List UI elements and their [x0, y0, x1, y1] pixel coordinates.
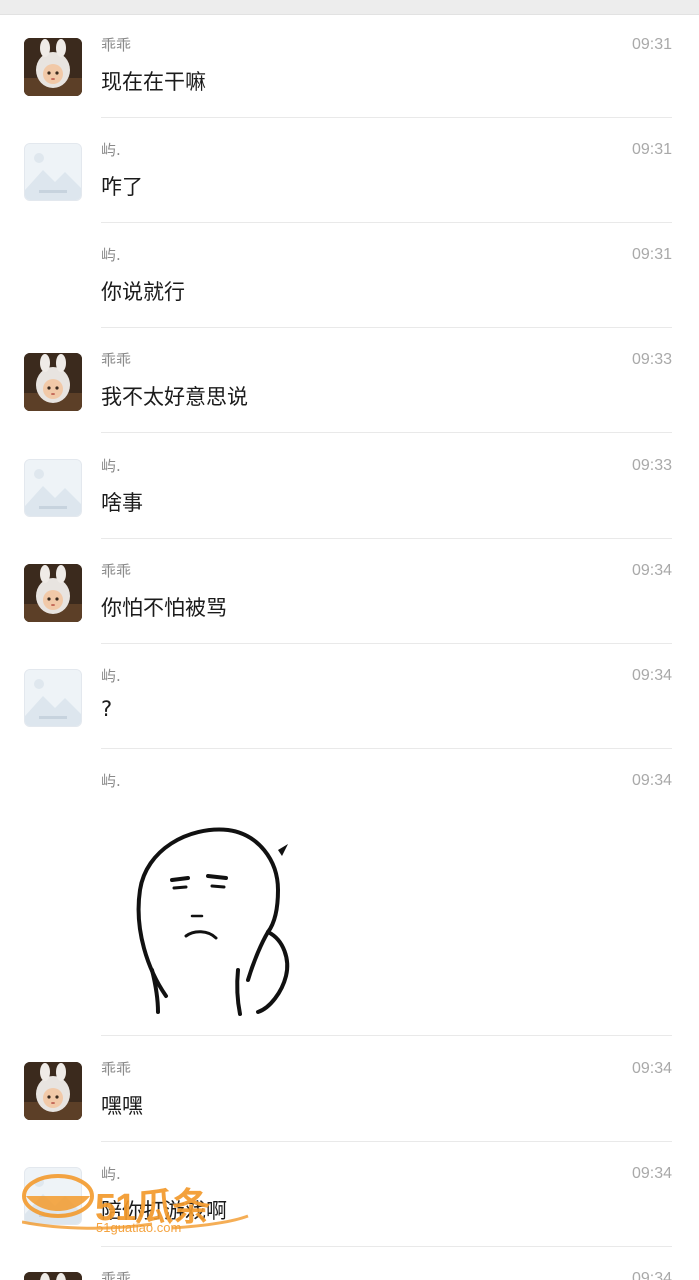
- message-time: 09:34: [631, 772, 672, 789]
- sender-name: 屿.: [101, 667, 121, 685]
- message-row[interactable]: 乖乖 09:33 我不太好意思说: [0, 315, 699, 433]
- girl-avatar-image: [24, 38, 82, 96]
- message-time: 09:34: [631, 667, 672, 684]
- sender-name: 乖乖: [101, 36, 132, 54]
- message-row[interactable]: 乖乖 09:34 你怕不怕被骂: [0, 526, 699, 644]
- message-text[interactable]: 你怕不怕被骂: [101, 592, 227, 622]
- message-text[interactable]: ?: [101, 697, 112, 721]
- sender-name: 乖乖: [101, 1270, 132, 1280]
- girl-avatar-image: [24, 353, 82, 411]
- landscape-avatar[interactable]: [24, 459, 82, 517]
- message-time: 09:34: [631, 562, 672, 579]
- message-time: 09:34: [631, 1165, 672, 1182]
- message-time: 09:33: [631, 457, 672, 474]
- landscape-icon: [25, 670, 81, 726]
- girl-avatar-image: [24, 1272, 82, 1280]
- message-row[interactable]: 乖乖 09:31 现在在干嘛: [0, 0, 699, 118]
- sender-name: 屿.: [101, 457, 121, 475]
- message-text[interactable]: 咋了: [101, 171, 143, 201]
- landscape-icon: [25, 460, 81, 516]
- message-text[interactable]: 嘿嘿: [101, 1090, 143, 1120]
- sender-name: 屿.: [101, 246, 121, 264]
- thinking-face-sticker[interactable]: [128, 820, 298, 1020]
- message-text[interactable]: 你说就行: [101, 276, 185, 306]
- message-time: 09:33: [631, 351, 672, 368]
- message-row[interactable]: 乖乖 09:34 嘿嘿: [0, 1024, 699, 1142]
- message-text[interactable]: 我不太好意思说: [101, 381, 248, 411]
- message-row[interactable]: 屿. 09:31 咋了: [0, 105, 699, 223]
- message-text[interactable]: 现在在干嘛: [101, 66, 206, 96]
- message-row[interactable]: 屿. 09:33 啥事: [0, 421, 699, 539]
- message-text[interactable]: 啥事: [101, 487, 143, 517]
- message-row[interactable]: 屿. 09:34: [0, 736, 699, 1036]
- watermark-url: 51guatiao.com: [96, 1220, 182, 1235]
- sender-name: 乖乖: [101, 351, 132, 369]
- girl-avatar[interactable]: [24, 564, 82, 622]
- message-time: 09:31: [631, 141, 672, 158]
- girl-avatar[interactable]: [24, 1062, 82, 1120]
- message-row[interactable]: 屿. 09:34 ?: [0, 631, 699, 749]
- girl-avatar[interactable]: [24, 38, 82, 96]
- girl-avatar-image: [24, 1062, 82, 1120]
- girl-avatar[interactable]: [24, 353, 82, 411]
- girl-avatar[interactable]: [24, 1272, 82, 1280]
- message-time: 09:34: [631, 1060, 672, 1077]
- message-time: 09:34: [631, 1270, 672, 1280]
- message-time: 09:31: [631, 36, 672, 53]
- landscape-avatar[interactable]: [24, 143, 82, 201]
- landscape-icon: [25, 144, 81, 200]
- sender-name: 乖乖: [101, 1060, 132, 1078]
- sender-name: 屿.: [101, 772, 121, 790]
- message-row[interactable]: 屿. 09:31 你说就行: [0, 210, 699, 328]
- sender-name: 屿.: [101, 141, 121, 159]
- message-time: 09:31: [631, 246, 672, 263]
- message-row[interactable]: 乖乖 09:34: [0, 1234, 699, 1280]
- sender-name: 乖乖: [101, 562, 132, 580]
- landscape-avatar[interactable]: [24, 669, 82, 727]
- girl-avatar-image: [24, 564, 82, 622]
